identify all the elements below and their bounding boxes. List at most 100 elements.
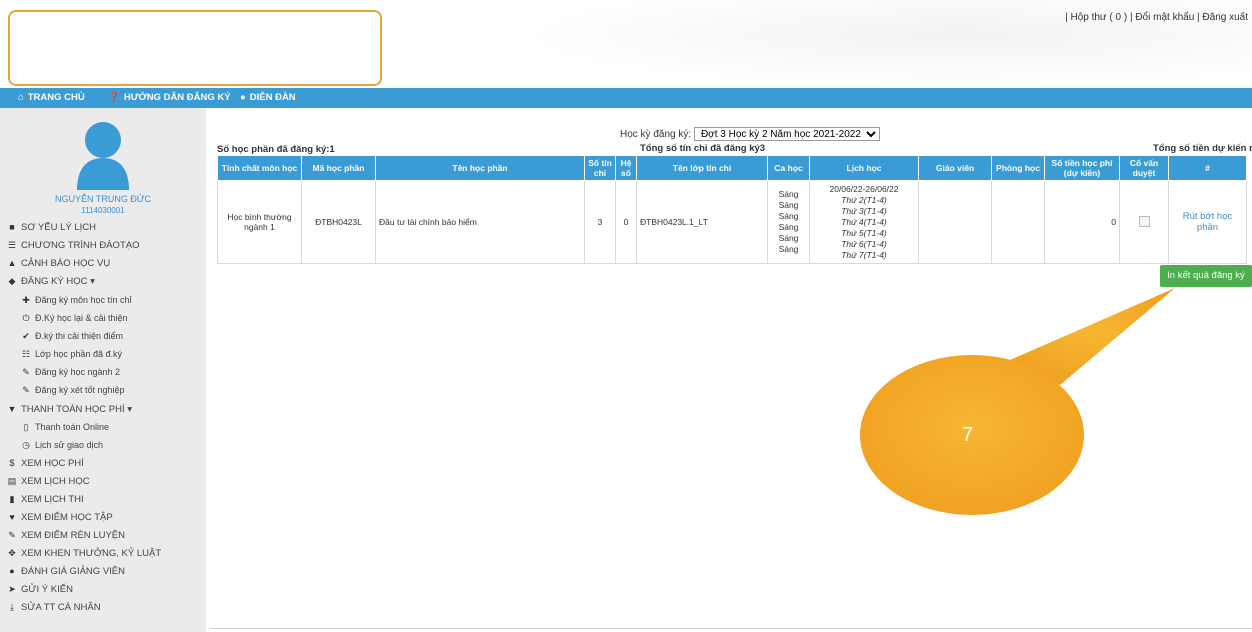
user-icon: ● (240, 92, 246, 103)
sidebar-item-edit-profile[interactable]: ⤓ SỬA TT CÁ NHÂN (6, 602, 101, 613)
download-icon: ⤓ (10, 602, 14, 612)
col-header-class: Tên lớp tín chỉ (636, 155, 768, 181)
bottom-divider (210, 628, 1252, 629)
ok-circle-icon: ● (9, 566, 15, 576)
col-header-advisor: Cố vấn duyệt (1119, 155, 1169, 181)
shift-line: Sáng (778, 244, 799, 254)
sidebar-item-improve-exam[interactable]: ✔ Đ.ký thi cải thiện điểm (20, 331, 123, 342)
plus-icon: ✚ (22, 295, 30, 305)
question-circle-icon: ❓ (108, 92, 120, 103)
sidebar-item-payment[interactable]: ▼ THANH TOÁN HỌC PHÍ ▾ (6, 404, 133, 415)
sidebar-item-exam-schedule[interactable]: ▮ XEM LỊCH THI (6, 494, 84, 505)
navbar: ⌂ TRANG CHỦ ❓ HƯỚNG DẪN ĐĂNG KÝ ● DIỄN ĐÀN (0, 88, 1252, 108)
sidebar-item-graduation[interactable]: ✎ Đăng ký xét tốt nghiệp (20, 385, 124, 396)
print-results-button[interactable]: In kết quả đăng ký (1160, 265, 1252, 287)
cell-type: Học bình thường ngành 1 (217, 180, 302, 264)
sidebar-item-registration[interactable]: ◆ ĐĂNG KÝ HỌC ▾ (6, 276, 95, 287)
nav-home-label: TRANG CHỦ (27, 92, 85, 103)
schedule-line: Thứ 4(T1-4) (841, 216, 887, 227)
sidebar: NGUYỄN TRUNG ĐỨC 1114030001 ■ SƠ YẾU LÝ L… (0, 108, 206, 632)
advisor-checkbox[interactable] (1138, 215, 1150, 227)
mobile-icon: ▯ (23, 422, 29, 432)
semester-selector: Học kỳ đăng ký: Đợt 3 Học kỳ 2 Năm học 2… (620, 127, 880, 141)
cell-advisor (1119, 180, 1169, 264)
registered-count: Số học phần đã đăng ký:1 (217, 144, 335, 155)
send-icon: ➤ (8, 584, 16, 594)
cell-credits: 3 (584, 180, 616, 264)
th-list-icon: ☷ (21, 349, 31, 359)
pencil-icon: ✎ (22, 367, 30, 377)
cell-coef: 0 (615, 180, 637, 264)
nav-guide-label: HƯỚNG DẪN ĐĂNG KÝ (123, 92, 231, 103)
move-icon: ✥ (8, 548, 16, 558)
cart-icon: ▼ (7, 404, 17, 414)
sidebar-item-fees[interactable]: $ XEM HỌC PHÍ (6, 458, 83, 469)
schedule-range: 20/06/22-26/06/22 (829, 183, 899, 194)
nav-home[interactable]: ⌂ TRANG CHỦ (18, 92, 85, 103)
file-icon: ▮ (9, 494, 15, 504)
col-header-code: Mã học phần (301, 155, 376, 181)
cell-action: Rút bớt học phần (1168, 180, 1247, 264)
registration-table: Tính chất môn học Mã học phần Tên học ph… (217, 155, 1247, 264)
withdraw-course-link[interactable]: Rút bớt học phần (1172, 211, 1243, 233)
sidebar-item-awards[interactable]: ✥ XEM KHEN THƯỞNG, KỶ LUẬT (6, 548, 161, 559)
semester-select[interactable]: Đợt 3 Học kỳ 2 Năm học 2021-2022 (693, 127, 880, 141)
col-header-name: Tên học phần (375, 155, 585, 181)
cell-code: ĐTBH0423L (301, 180, 376, 264)
sidebar-item-feedback[interactable]: ➤ GỬI Ý KIẾN (6, 584, 73, 595)
sidebar-item-grades[interactable]: ♥ XEM ĐIỂM HỌC TẬP (6, 512, 112, 523)
pencil-icon: ✎ (22, 385, 30, 395)
sidebar-item-warning[interactable]: ▲ CẢNH BÁO HỌC VỤ (6, 258, 111, 269)
semester-label: Học kỳ đăng ký: (620, 129, 692, 140)
sidebar-item-conduct[interactable]: ✎ XEM ĐIỂM RÈN LUYỆN (6, 530, 125, 541)
sidebar-item-second-major[interactable]: ✎ Đăng ký học ngành 2 (20, 367, 120, 378)
shift-line: Sáng (778, 189, 799, 199)
fee-total: Tổng số tiền dự kiến nộp (1153, 143, 1252, 154)
sidebar-item-transaction-history[interactable]: ◷ Lịch sử giao dịch (20, 440, 103, 451)
shift-line: Sáng (778, 222, 799, 232)
cell-schedule: 20/06/22-26/06/22 Thứ 2(T1-4) Thứ 3(T1-4… (809, 180, 919, 264)
schedule-line: Thứ 7(T1-4) (841, 249, 887, 260)
col-header-coef: Hệ số (615, 155, 637, 181)
shift-line: Sáng (778, 233, 799, 243)
sidebar-item-profile[interactable]: ■ SƠ YẾU LÝ LỊCH (6, 222, 96, 233)
user-id: 1114030001 (81, 206, 125, 215)
cell-fee: 0 (1044, 180, 1120, 264)
schedule-line: Thứ 2(T1-4) (841, 194, 887, 205)
sidebar-item-evaluate-teacher[interactable]: ● ĐÁNH GIÁ GIẢNG VIÊN (6, 566, 125, 577)
col-header-room: Phòng học (991, 155, 1045, 181)
cell-room (991, 180, 1045, 264)
sidebar-item-timetable[interactable]: ▤ XEM LỊCH HỌC (6, 476, 90, 487)
sidebar-item-registered-classes[interactable]: ☷ Lớp học phần đã đ.ký (20, 349, 122, 360)
sidebar-item-curriculum[interactable]: ☰ CHƯƠNG TRÌNH ĐÀOTẠO (6, 240, 140, 251)
col-header-schedule: Lịch học (809, 155, 919, 181)
sidebar-item-retake[interactable]: ⏻ Đ.Ký học lại & cải thiện (20, 313, 127, 324)
tags-icon: ◆ (8, 276, 16, 286)
table-row: Học bình thường ngành 1 ĐTBH0423L Đầu tư… (217, 180, 1247, 264)
schedule-line: Thứ 3(T1-4) (841, 205, 887, 216)
col-header-action: # (1168, 155, 1247, 181)
sidebar-item-online-payment[interactable]: ▯ Thanh toán Online (20, 422, 110, 433)
sidebar-item-register-credit[interactable]: ✚ Đăng ký môn học tín chỉ (20, 295, 131, 306)
avatar (77, 122, 129, 190)
check-icon: ✔ (22, 331, 30, 341)
clock-icon: ◷ (22, 440, 30, 450)
nav-forum-label: DIỄN ĐÀN (249, 92, 296, 103)
schedule-line: Thứ 5(T1-4) (841, 227, 887, 238)
top-links[interactable]: | Hộp thư ( 0 ) | Đổi mật khẩu | Đăng xu… (1065, 12, 1248, 23)
col-header-teacher: Giáo viên (918, 155, 992, 181)
home-icon: ⌂ (18, 92, 24, 103)
cell-name: Đầu tư tài chính bảo hiểm (375, 180, 585, 264)
credit-total: Tổng số tín chỉ đã đăng ký3 (640, 143, 766, 154)
dollar-icon: $ (9, 458, 15, 468)
nav-forum[interactable]: ● DIỄN ĐÀN (240, 92, 296, 103)
warning-icon: ▲ (7, 258, 17, 268)
heart-icon: ♥ (9, 512, 15, 522)
table-header-row: Tính chất môn học Mã học phần Tên học ph… (217, 155, 1247, 181)
cell-class: ĐTBH0423L.1_LT (636, 180, 768, 264)
shift-line: Sáng (778, 211, 799, 221)
page-header: | Hộp thư ( 0 ) | Đổi mật khẩu | Đăng xu… (0, 0, 1252, 88)
pencil-icon: ✎ (8, 530, 16, 540)
logo-placeholder (8, 10, 382, 86)
nav-guide[interactable]: ❓ HƯỚNG DẪN ĐĂNG KÝ (108, 92, 231, 103)
